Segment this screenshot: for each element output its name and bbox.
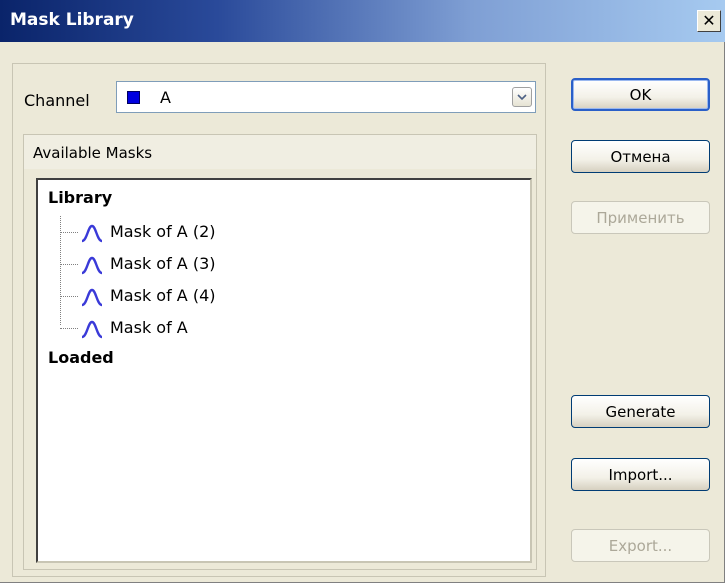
export-button[interactable]: Export... [571, 529, 710, 562]
tree-item-label: Mask of A [110, 318, 188, 337]
import-button[interactable]: Import... [571, 458, 710, 491]
channel-value: A [160, 88, 171, 107]
tree-item-label: Mask of A (2) [110, 222, 216, 241]
channel-label: Channel [24, 91, 90, 110]
tree-item-label: Mask of A (4) [110, 286, 216, 305]
waveform-icon [81, 320, 103, 339]
close-button[interactable]: ✕ [697, 10, 721, 32]
ok-button[interactable]: OK [571, 78, 710, 111]
chevron-down-icon[interactable] [512, 87, 532, 107]
waveform-icon [81, 288, 103, 307]
available-masks-title: Available Masks [33, 144, 153, 162]
close-icon: ✕ [702, 11, 716, 30]
mask-library-dialog: Mask Library ✕ Channel A Available Masks… [0, 0, 725, 583]
waveform-icon [81, 224, 103, 243]
window-title: Mask Library [10, 10, 134, 30]
tree-item-label: Mask of A (3) [110, 254, 216, 273]
tree-node-library[interactable]: Library [48, 188, 112, 207]
tree-node-loaded[interactable]: Loaded [48, 348, 114, 367]
title-bar[interactable]: Mask Library ✕ [0, 0, 725, 42]
masks-tree[interactable]: Library Mask of A (2) Mask of A (3) Mask… [36, 178, 532, 563]
waveform-icon [81, 256, 103, 275]
available-masks-header: Available Masks [24, 135, 536, 169]
generate-button[interactable]: Generate [571, 395, 710, 428]
channel-color-swatch [127, 91, 140, 104]
apply-button[interactable]: Применить [571, 201, 710, 234]
channel-select[interactable]: A [116, 81, 536, 113]
cancel-button[interactable]: Отмена [571, 140, 710, 173]
